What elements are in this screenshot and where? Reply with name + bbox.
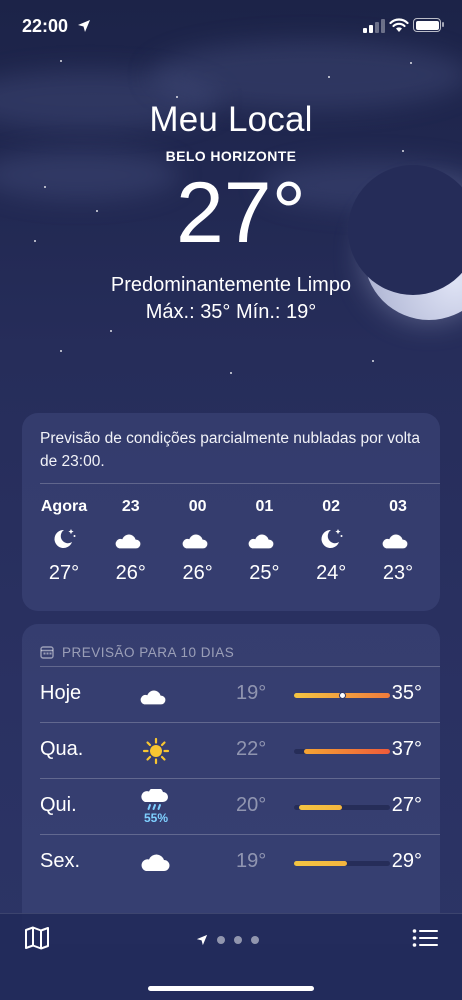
current-temp-marker (338, 692, 346, 699)
precipitation-chance: 55% (143, 811, 169, 825)
high-temperature: 29° (391, 850, 422, 872)
list-icon[interactable] (412, 928, 438, 948)
temperature-range-fill (294, 861, 347, 866)
cloud-moon-icon (99, 520, 163, 558)
page-dot (217, 936, 225, 944)
hour-temperature: 26° (182, 562, 213, 584)
day-name: Qua. (40, 738, 84, 760)
daily-list: Hoje 19° 35° Qua. 22° 37° Qui. 55% 20° 27° Sex. 19°… (22, 666, 440, 890)
hourly-item: 00 26° (166, 498, 230, 585)
temperature-range-bar (294, 805, 390, 810)
day-name: Sex. (40, 850, 81, 872)
current-location-arrow-icon (196, 934, 208, 946)
location-arrow-icon (78, 20, 90, 32)
hour-temperature: 25° (249, 562, 280, 584)
cloud-moon-icon (166, 520, 230, 558)
hour-label: 01 (255, 498, 274, 515)
page-dot (251, 936, 259, 944)
daily-row[interactable]: Qui. 55% 20° 27° (40, 778, 440, 834)
calendar-icon (40, 646, 54, 659)
low-temperature: 20° (236, 794, 267, 816)
hourly-summary: Previsão de condições parcialmente nubla… (40, 430, 420, 470)
hour-label: 03 (389, 498, 407, 515)
hourly-item: Agora 27° (32, 498, 96, 585)
temperature-range-bar (294, 861, 390, 866)
low-temperature: 22° (236, 738, 267, 760)
cloud-moon-icon (138, 675, 174, 715)
cloud-moon-icon (366, 520, 430, 558)
hour-label: 02 (322, 498, 341, 515)
ten-day-title: PREVISÃO PARA 10 DIAS (62, 644, 235, 660)
high-temperature: 27° (391, 794, 422, 816)
page-dot (234, 936, 242, 944)
ten-day-forecast-card[interactable]: PREVISÃO PARA 10 DIAS Hoje 19° 35° Qua. 22° 3… (22, 624, 440, 944)
cloud-rain-icon: 55% (138, 787, 174, 827)
ten-day-header: PREVISÃO PARA 10 DIAS (22, 624, 440, 666)
high-temperature: 35° (391, 682, 422, 704)
high-low-temperature: Máx.: 35° Mín.: 19° (145, 301, 317, 323)
cloud-moon-icon (232, 520, 296, 558)
hourly-item: 01 25° (232, 498, 296, 585)
status-bar: 22:00 (0, 0, 462, 54)
day-name: Hoje (40, 682, 82, 704)
home-indicator[interactable] (148, 986, 314, 991)
hour-label: Agora (40, 498, 88, 515)
hourly-list[interactable]: Agora 27° 23 26° 00 26° 01 25° 02 24° 03 23° (22, 484, 440, 585)
hour-temperature: 27° (48, 562, 80, 584)
daily-row[interactable]: Qua. 22° 37° (40, 722, 440, 778)
day-name: Qui. (40, 794, 77, 816)
location-title: Meu Local (149, 100, 313, 139)
weather-header: Meu Local BELO HORIZONTE 27° Predominant… (0, 100, 462, 324)
sun-icon (138, 731, 174, 771)
hour-label: 23 (121, 498, 140, 515)
hour-label: 00 (188, 498, 207, 515)
page-indicator[interactable] (196, 934, 259, 946)
moon-stars-icon (32, 520, 96, 558)
status-time: 22:00 (22, 16, 69, 36)
low-temperature: 19° (236, 850, 267, 872)
moon-stars-icon (299, 520, 363, 558)
city-name: BELO HORIZONTE (165, 148, 297, 164)
hour-temperature: 24° (316, 562, 347, 584)
cellular-signal-icon (363, 19, 385, 33)
temperature-range-bar (294, 692, 390, 699)
map-icon[interactable] (24, 926, 50, 950)
hour-temperature: 26° (115, 562, 146, 584)
wifi-icon (389, 18, 409, 32)
hour-temperature: 23° (382, 562, 414, 584)
temperature-range-fill (303, 749, 390, 754)
current-condition: Predominantemente Limpo (110, 274, 352, 296)
hourly-item: 02 24° (299, 498, 363, 585)
bottom-toolbar (0, 913, 462, 1000)
hourly-item: 03 23° (366, 498, 430, 585)
temperature-range-bar (294, 749, 390, 754)
current-temperature: 27° (175, 165, 307, 261)
battery-icon (413, 18, 444, 32)
cloud-icon (138, 843, 174, 883)
daily-row[interactable]: Sex. 19° 29° (40, 834, 440, 890)
low-temperature: 19° (236, 682, 267, 704)
high-temperature: 37° (391, 738, 422, 760)
hourly-forecast-card[interactable]: Previsão de condições parcialmente nubla… (22, 413, 440, 611)
temperature-range-fill (298, 805, 342, 810)
daily-row[interactable]: Hoje 19° 35° (40, 666, 440, 722)
hourly-item: 23 26° (99, 498, 163, 585)
